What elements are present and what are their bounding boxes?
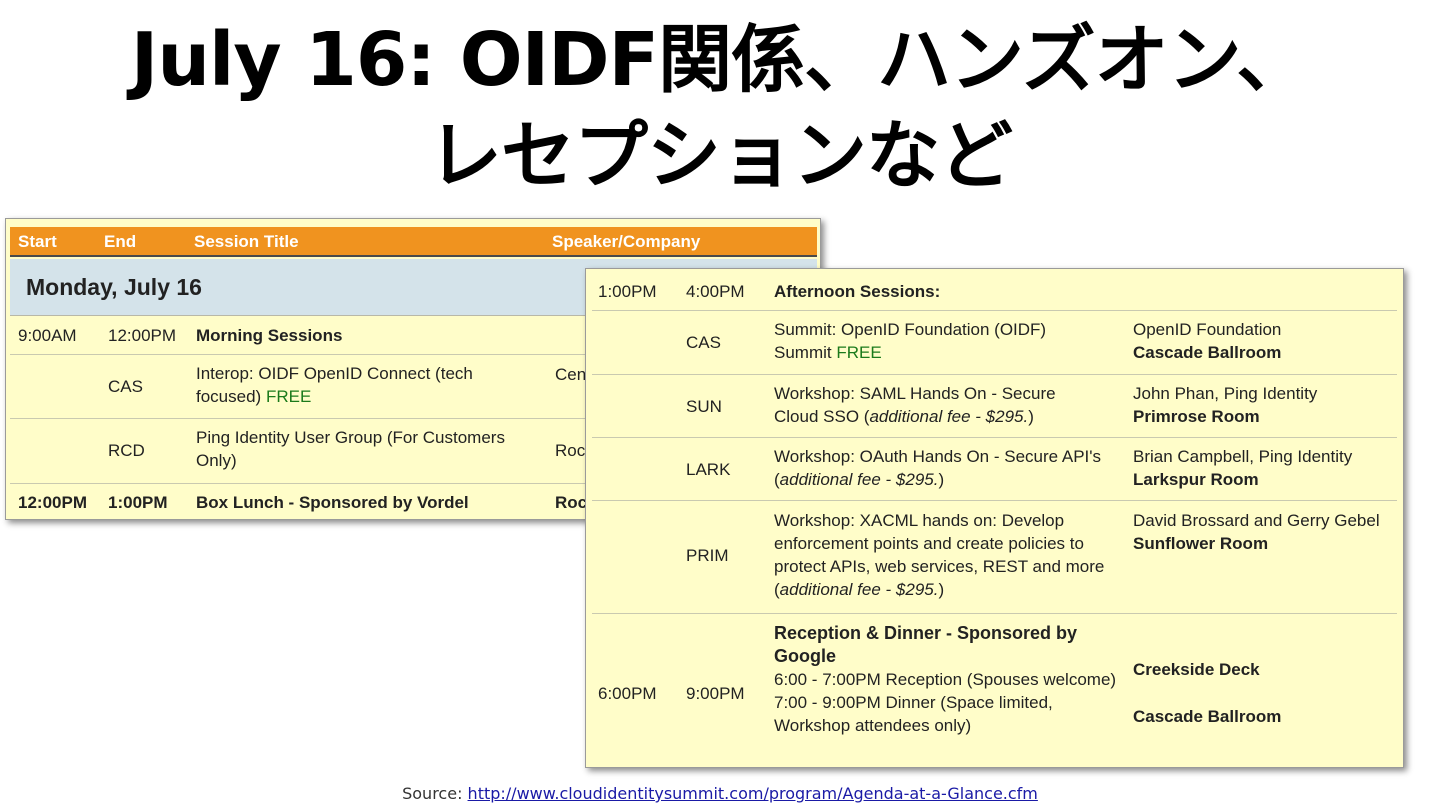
- row-room: PRIM: [686, 546, 729, 565]
- dinner-line: 7:00 - 9:00PM Dinner (Space limited, Wor…: [774, 693, 1053, 735]
- reception-line: 6:00 - 7:00PM Reception (Spouses welcome…: [774, 670, 1117, 689]
- row-speaker: David Brossard and Gerry Gebel Sunflower …: [1133, 511, 1380, 553]
- table-row: 1:00PM 4:00PM Afternoon Sessions:: [592, 271, 1397, 311]
- row-speaker: Cen: [555, 365, 587, 384]
- row-title: Interop: OIDF OpenID Connect (tech focus…: [196, 364, 473, 406]
- row-title: Reception & Dinner - Sponsored by Google…: [774, 622, 1119, 737]
- row-fee: additional fee - $295.: [779, 470, 939, 489]
- row-location: Cascade Ballroom: [1133, 707, 1282, 726]
- source-citation: Source: http://www.cloudidentitysummit.c…: [0, 784, 1440, 803]
- slide-title-line1: July 16: OIDF関係、ハンズオン、: [130, 17, 1310, 103]
- row-start: 1:00PM: [598, 282, 657, 301]
- reception-title: Reception & Dinner - Sponsored by Google: [774, 623, 1078, 666]
- header-session-title: Session Title: [194, 232, 299, 251]
- row-location: Sunflower Room: [1133, 534, 1269, 553]
- row-room: CAS: [108, 377, 143, 396]
- row-title: Box Lunch - Sponsored by Vordel: [196, 493, 469, 512]
- row-speaker: Brian Campbell, Ping Identity Larkspur Ro…: [1133, 447, 1353, 489]
- row-location: Cascade Ballroom: [1133, 343, 1282, 362]
- row-location: Creekside Deck: [1133, 660, 1260, 679]
- row-room: LARK: [686, 460, 731, 479]
- day-label: Monday, July 16: [26, 274, 202, 300]
- table-row: PRIM Workshop: XACML hands on: Develop e…: [592, 501, 1397, 614]
- row-speaker: Roc: [555, 441, 586, 460]
- row-room: SUN: [686, 397, 722, 416]
- row-speaker: John Phan, Ping Identity Primrose Room: [1133, 384, 1318, 426]
- table-row: 6:00PM 9:00PM Reception & Dinner - Spons…: [592, 614, 1397, 764]
- row-start: 12:00PM: [18, 493, 87, 512]
- row-end: 1:00PM: [108, 493, 168, 512]
- row-speaker: Roc: [555, 493, 588, 512]
- free-badge: FREE: [265, 387, 312, 406]
- row-title: Morning Sessions: [196, 326, 343, 345]
- free-badge: FREE: [836, 343, 882, 362]
- row-fee: additional fee - $295.: [869, 407, 1029, 426]
- row-location: Primrose Room: [1133, 407, 1260, 426]
- table-row: SUN Workshop: SAML Hands On - Secure Clo…: [592, 375, 1397, 438]
- row-speaker: OpenID Foundation Cascade Ballroom: [1133, 320, 1282, 362]
- row-start: 6:00PM: [598, 684, 657, 703]
- row-location: Larkspur Room: [1133, 470, 1259, 489]
- row-room: RCD: [108, 441, 145, 460]
- slide-title: July 16: OIDF関係、ハンズオン、 レセプションなど: [0, 12, 1440, 204]
- table-row: CAS Summit: OpenID Foundation (OIDF) Sum…: [592, 311, 1397, 375]
- row-end: 9:00PM: [686, 684, 745, 703]
- table-header: Start End Session Title Speaker/Company: [10, 227, 817, 257]
- row-title: Workshop: SAML Hands On - Secure Cloud S…: [774, 384, 1056, 426]
- row-end: 4:00PM: [686, 282, 745, 301]
- table-row: LARK Workshop: OAuth Hands On - Secure A…: [592, 438, 1397, 501]
- row-title: Ping Identity User Group (For Customers …: [196, 428, 505, 470]
- row-fee: additional fee - $295.: [779, 580, 939, 599]
- row-title: Workshop: XACML hands on: Develop enforc…: [774, 511, 1105, 599]
- source-label: Source:: [402, 784, 463, 803]
- row-room: CAS: [686, 333, 721, 352]
- row-start: 9:00AM: [18, 326, 77, 345]
- row-end: 12:00PM: [108, 326, 177, 345]
- schedule-table-afternoon: 1:00PM 4:00PM Afternoon Sessions: CAS Su…: [585, 268, 1404, 768]
- header-start: Start: [18, 232, 57, 251]
- header-end: End: [104, 232, 137, 251]
- slide-title-line2: レセプションなど: [428, 113, 1013, 199]
- row-title: Summit: OpenID Foundation (OIDF) Summit …: [774, 320, 1047, 362]
- row-title: Afternoon Sessions:: [774, 282, 941, 301]
- header-speaker-company: Speaker/Company: [552, 232, 701, 251]
- source-link[interactable]: http://www.cloudidentitysummit.com/progr…: [468, 784, 1038, 803]
- row-title: Workshop: OAuth Hands On - Secure API's …: [774, 447, 1102, 489]
